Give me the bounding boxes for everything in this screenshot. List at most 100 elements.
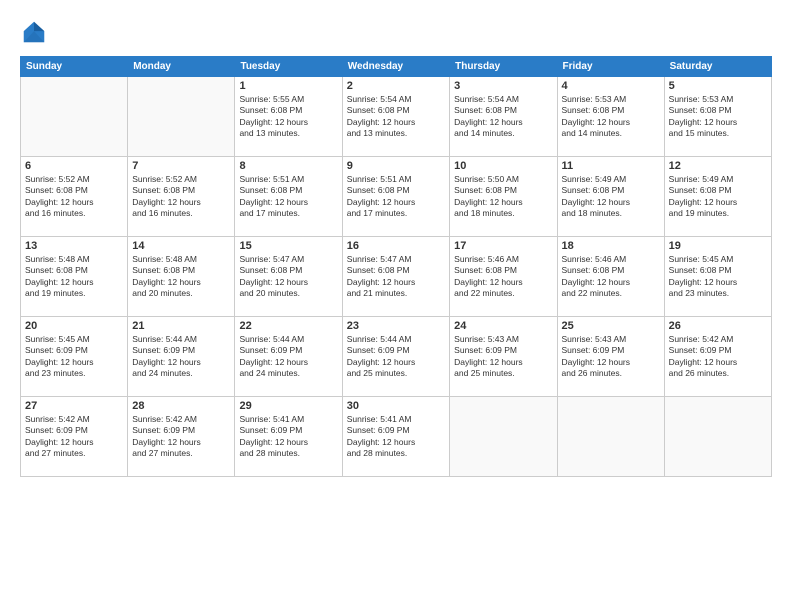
- day-number: 8: [239, 160, 337, 172]
- col-wednesday: Wednesday: [342, 57, 449, 77]
- table-row: [664, 397, 771, 477]
- day-number: 22: [239, 320, 337, 332]
- table-row: 1 Sunrise: 5:55 AM Sunset: 6:08 PM Daylig…: [235, 77, 342, 157]
- table-row: 9 Sunrise: 5:51 AM Sunset: 6:08 PM Daylig…: [342, 157, 449, 237]
- table-row: 8 Sunrise: 5:51 AM Sunset: 6:08 PM Daylig…: [235, 157, 342, 237]
- day-info: Sunrise: 5:52 AM Sunset: 6:08 PM Dayligh…: [25, 174, 123, 220]
- day-info: Sunrise: 5:42 AM Sunset: 6:09 PM Dayligh…: [25, 414, 123, 460]
- table-row: 15 Sunrise: 5:47 AM Sunset: 6:08 PM Dayli…: [235, 237, 342, 317]
- day-number: 4: [562, 80, 660, 92]
- table-row: 19 Sunrise: 5:45 AM Sunset: 6:08 PM Dayli…: [664, 237, 771, 317]
- col-tuesday: Tuesday: [235, 57, 342, 77]
- day-info: Sunrise: 5:47 AM Sunset: 6:08 PM Dayligh…: [347, 254, 445, 300]
- table-row: 27 Sunrise: 5:42 AM Sunset: 6:09 PM Dayli…: [21, 397, 128, 477]
- table-row: 4 Sunrise: 5:53 AM Sunset: 6:08 PM Daylig…: [557, 77, 664, 157]
- day-number: 5: [669, 80, 767, 92]
- table-row: 20Sunrise: 5:45 AM Sunset: 6:09 PM Dayli…: [21, 317, 128, 397]
- day-info: Sunrise: 5:46 AM Sunset: 6:08 PM Dayligh…: [562, 254, 660, 300]
- day-info: Sunrise: 5:41 AM Sunset: 6:09 PM Dayligh…: [239, 414, 337, 460]
- table-row: 3 Sunrise: 5:54 AM Sunset: 6:08 PM Daylig…: [450, 77, 557, 157]
- day-info: Sunrise: 5:53 AM Sunset: 6:08 PM Dayligh…: [669, 94, 767, 140]
- col-sunday: Sunday: [21, 57, 128, 77]
- day-number: 29: [239, 400, 337, 412]
- table-row: [21, 77, 128, 157]
- day-info: Sunrise: 5:51 AM Sunset: 6:08 PM Dayligh…: [347, 174, 445, 220]
- table-row: 6Sunrise: 5:52 AM Sunset: 6:08 PM Daylig…: [21, 157, 128, 237]
- day-info: Sunrise: 5:45 AM Sunset: 6:08 PM Dayligh…: [669, 254, 767, 300]
- day-info: Sunrise: 5:48 AM Sunset: 6:08 PM Dayligh…: [25, 254, 123, 300]
- table-row: 30 Sunrise: 5:41 AM Sunset: 6:09 PM Dayli…: [342, 397, 449, 477]
- page: Sunday Monday Tuesday Wednesday Thursday…: [0, 0, 792, 612]
- table-row: 7 Sunrise: 5:52 AM Sunset: 6:08 PM Daylig…: [128, 157, 235, 237]
- day-info: Sunrise: 5:55 AM Sunset: 6:08 PM Dayligh…: [239, 94, 337, 140]
- calendar-week-row: 13 Sunrise: 5:48 AM Sunset: 6:08 PM Dayli…: [21, 237, 772, 317]
- day-number: 9: [347, 160, 445, 172]
- day-info: Sunrise: 5:53 AM Sunset: 6:08 PM Dayligh…: [562, 94, 660, 140]
- table-row: 25 Sunrise: 5:43 AM Sunset: 6:09 PM Dayli…: [557, 317, 664, 397]
- day-info: Sunrise: 5:49 AM Sunset: 6:08 PM Dayligh…: [562, 174, 660, 220]
- day-info: Sunrise: 5:47 AM Sunset: 6:08 PM Dayligh…: [239, 254, 337, 300]
- table-row: 22 Sunrise: 5:44 AM Sunset: 6:09 PM Dayli…: [235, 317, 342, 397]
- day-info: Sunrise: 5:42 AM Sunset: 6:09 PM Dayligh…: [132, 414, 230, 460]
- table-row: 2Sunrise: 5:54 AM Sunset: 6:08 PM Daylig…: [342, 77, 449, 157]
- day-info: Sunrise: 5:41 AM Sunset: 6:09 PM Dayligh…: [347, 414, 445, 460]
- day-info: Sunrise: 5:49 AM Sunset: 6:08 PM Dayligh…: [669, 174, 767, 220]
- table-row: 26 Sunrise: 5:42 AM Sunset: 6:09 PM Dayli…: [664, 317, 771, 397]
- logo-icon: [20, 18, 48, 46]
- table-row: 16Sunrise: 5:47 AM Sunset: 6:08 PM Dayli…: [342, 237, 449, 317]
- day-number: 28: [132, 400, 230, 412]
- table-row: 29 Sunrise: 5:41 AM Sunset: 6:09 PM Dayli…: [235, 397, 342, 477]
- table-row: [128, 77, 235, 157]
- table-row: 10Sunrise: 5:50 AM Sunset: 6:08 PM Dayli…: [450, 157, 557, 237]
- table-row: 5 Sunrise: 5:53 AM Sunset: 6:08 PM Daylig…: [664, 77, 771, 157]
- day-number: 1: [239, 80, 337, 92]
- day-number: 2: [347, 80, 445, 92]
- day-info: Sunrise: 5:43 AM Sunset: 6:09 PM Dayligh…: [454, 334, 552, 380]
- table-row: 24Sunrise: 5:43 AM Sunset: 6:09 PM Dayli…: [450, 317, 557, 397]
- day-info: Sunrise: 5:45 AM Sunset: 6:09 PM Dayligh…: [25, 334, 123, 380]
- table-row: [450, 397, 557, 477]
- day-number: 23: [347, 320, 445, 332]
- col-saturday: Saturday: [664, 57, 771, 77]
- day-number: 19: [669, 240, 767, 252]
- calendar-week-row: 27 Sunrise: 5:42 AM Sunset: 6:09 PM Dayli…: [21, 397, 772, 477]
- calendar: Sunday Monday Tuesday Wednesday Thursday…: [20, 56, 772, 477]
- col-thursday: Thursday: [450, 57, 557, 77]
- table-row: 13 Sunrise: 5:48 AM Sunset: 6:08 PM Dayli…: [21, 237, 128, 317]
- calendar-header-row: Sunday Monday Tuesday Wednesday Thursday…: [21, 57, 772, 77]
- day-number: 15: [239, 240, 337, 252]
- day-number: 26: [669, 320, 767, 332]
- day-info: Sunrise: 5:52 AM Sunset: 6:08 PM Dayligh…: [132, 174, 230, 220]
- table-row: 18 Sunrise: 5:46 AM Sunset: 6:08 PM Dayli…: [557, 237, 664, 317]
- day-number: 13: [25, 240, 123, 252]
- day-info: Sunrise: 5:44 AM Sunset: 6:09 PM Dayligh…: [239, 334, 337, 380]
- day-number: 3: [454, 80, 552, 92]
- day-number: 17: [454, 240, 552, 252]
- calendar-week-row: 20Sunrise: 5:45 AM Sunset: 6:09 PM Dayli…: [21, 317, 772, 397]
- day-number: 30: [347, 400, 445, 412]
- day-number: 27: [25, 400, 123, 412]
- day-number: 12: [669, 160, 767, 172]
- day-info: Sunrise: 5:42 AM Sunset: 6:09 PM Dayligh…: [669, 334, 767, 380]
- day-number: 7: [132, 160, 230, 172]
- day-info: Sunrise: 5:54 AM Sunset: 6:08 PM Dayligh…: [454, 94, 552, 140]
- calendar-week-row: 6Sunrise: 5:52 AM Sunset: 6:08 PM Daylig…: [21, 157, 772, 237]
- day-number: 14: [132, 240, 230, 252]
- day-number: 21: [132, 320, 230, 332]
- day-info: Sunrise: 5:48 AM Sunset: 6:08 PM Dayligh…: [132, 254, 230, 300]
- col-friday: Friday: [557, 57, 664, 77]
- day-number: 18: [562, 240, 660, 252]
- header: [20, 18, 772, 46]
- table-row: 23Sunrise: 5:44 AM Sunset: 6:09 PM Dayli…: [342, 317, 449, 397]
- day-number: 11: [562, 160, 660, 172]
- table-row: 17Sunrise: 5:46 AM Sunset: 6:08 PM Dayli…: [450, 237, 557, 317]
- table-row: [557, 397, 664, 477]
- logo: [20, 18, 52, 46]
- day-info: Sunrise: 5:43 AM Sunset: 6:09 PM Dayligh…: [562, 334, 660, 380]
- table-row: 12 Sunrise: 5:49 AM Sunset: 6:08 PM Dayli…: [664, 157, 771, 237]
- table-row: 14 Sunrise: 5:48 AM Sunset: 6:08 PM Dayli…: [128, 237, 235, 317]
- day-number: 10: [454, 160, 552, 172]
- table-row: 21Sunrise: 5:44 AM Sunset: 6:09 PM Dayli…: [128, 317, 235, 397]
- day-number: 25: [562, 320, 660, 332]
- day-info: Sunrise: 5:51 AM Sunset: 6:08 PM Dayligh…: [239, 174, 337, 220]
